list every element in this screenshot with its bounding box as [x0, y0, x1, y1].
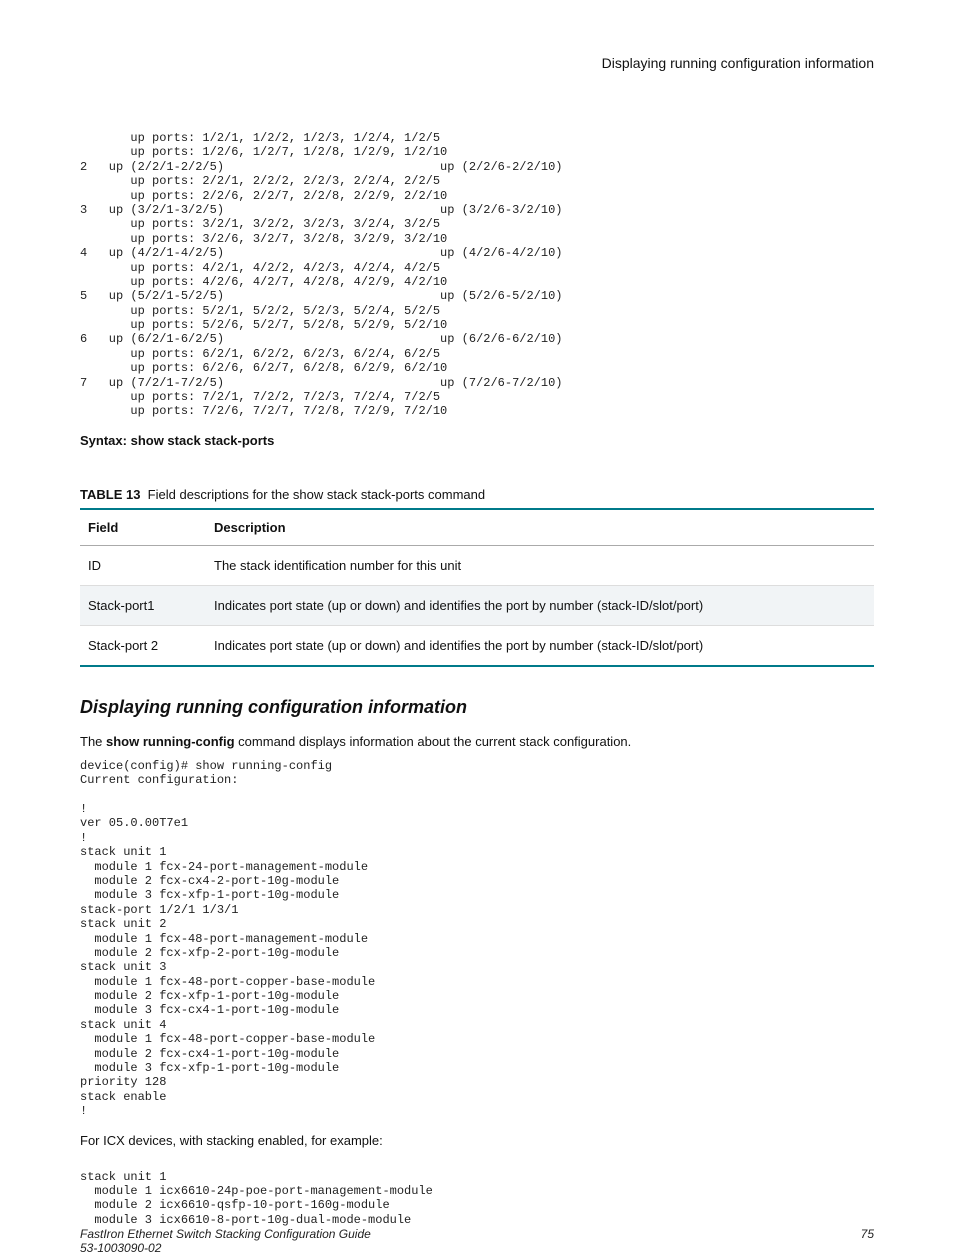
- field-table: Field Description ID The stack identific…: [80, 508, 874, 667]
- cell-desc: Indicates port state (up or down) and id…: [206, 585, 874, 625]
- icx-intro: For ICX devices, with stacking enabled, …: [80, 1133, 874, 1148]
- cli-output-icx: stack unit 1 module 1 icx6610-24p-poe-po…: [80, 1170, 874, 1228]
- cell-desc: Indicates port state (up or down) and id…: [206, 625, 874, 666]
- page-footer: FastIron Ethernet Switch Stacking Config…: [80, 1227, 874, 1255]
- footer-docnum: 53-1003090-02: [80, 1241, 371, 1255]
- col-field: Field: [80, 509, 206, 546]
- cell-desc: The stack identification number for this…: [206, 545, 874, 585]
- table-row: Stack-port 2 Indicates port state (up or…: [80, 625, 874, 666]
- table-number: TABLE 13: [80, 487, 140, 502]
- cli-output-running-config: device(config)# show running-config Curr…: [80, 759, 874, 1119]
- cell-field: Stack-port1: [80, 585, 206, 625]
- syntax-label: Syntax: show stack stack-ports: [80, 433, 274, 448]
- cli-output-stack-ports: up ports: 1/2/1, 1/2/2, 1/2/3, 1/2/4, 1/…: [80, 131, 874, 419]
- table-row: Stack-port1 Indicates port state (up or …: [80, 585, 874, 625]
- section-intro: The show running-config command displays…: [80, 734, 874, 749]
- page-number: 75: [861, 1227, 874, 1255]
- table-caption: TABLE 13 Field descriptions for the show…: [80, 487, 874, 502]
- cell-field: Stack-port 2: [80, 625, 206, 666]
- table-caption-text: Field descriptions for the show stack st…: [148, 487, 485, 502]
- cell-field: ID: [80, 545, 206, 585]
- col-desc: Description: [206, 509, 874, 546]
- section-heading: Displaying running configuration informa…: [80, 697, 874, 718]
- page-header-right: Displaying running configuration informa…: [80, 55, 874, 71]
- table-row: ID The stack identification number for t…: [80, 545, 874, 585]
- syntax-line: Syntax: show stack stack-ports: [80, 433, 874, 448]
- footer-title: FastIron Ethernet Switch Stacking Config…: [80, 1227, 371, 1241]
